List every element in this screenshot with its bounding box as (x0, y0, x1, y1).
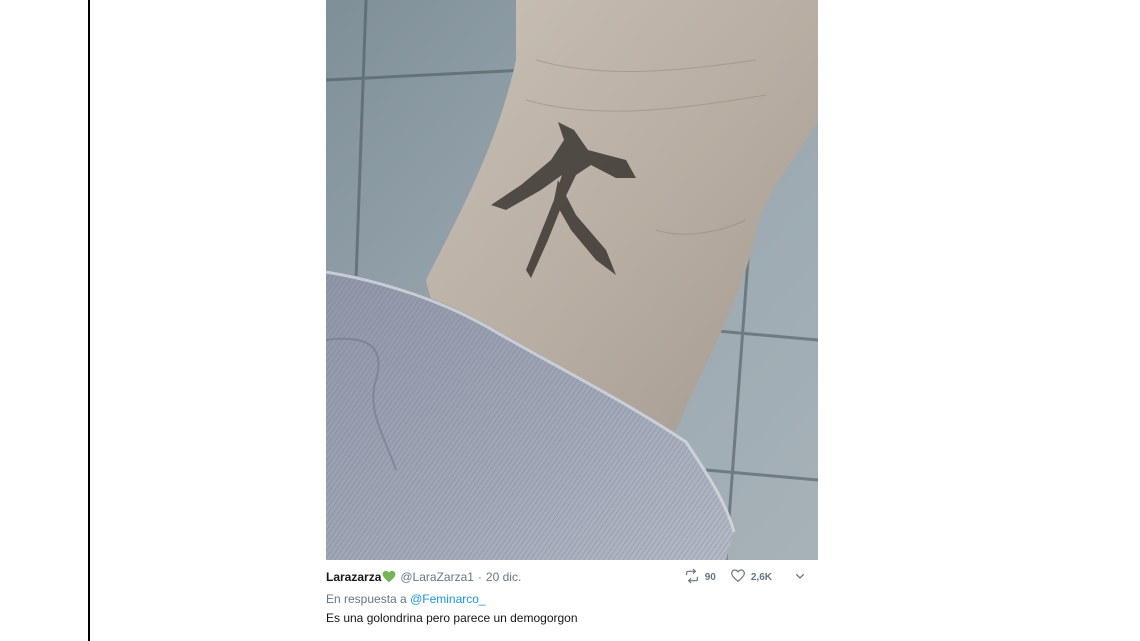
reply-context: En respuesta a @Feminarco_ (326, 592, 486, 606)
retweet-button[interactable]: 90 (684, 568, 716, 587)
reply-mention-link[interactable]: @Feminarco_ (410, 592, 486, 606)
tweet-meta-row: Larazarza @LaraZarza1 · 20 dic. 90 2,6K (326, 567, 818, 587)
wrist-tattoo-photo (326, 0, 818, 560)
tweet-date[interactable]: 20 dic. (486, 570, 521, 584)
tweet-card: Larazarza @LaraZarza1 · 20 dic. 90 2,6K … (326, 0, 818, 641)
heart-outline-icon (730, 568, 746, 587)
tweet-actions: 90 2,6K (670, 567, 808, 587)
left-divider (88, 0, 90, 641)
like-button[interactable]: 2,6K (730, 568, 772, 587)
retweet-icon (684, 568, 700, 587)
tweet-photo[interactable] (326, 0, 818, 560)
tweet-text: Es una golondrina pero parece un demogor… (326, 611, 578, 625)
reply-prefix: En respuesta a (326, 592, 407, 606)
page: Larazarza @LaraZarza1 · 20 dic. 90 2,6K … (0, 0, 1140, 641)
retweet-count: 90 (704, 571, 716, 583)
like-count: 2,6K (750, 571, 772, 583)
more-options-button[interactable] (792, 568, 808, 587)
author-handle[interactable]: @LaraZarza1 (400, 570, 474, 584)
green-heart-icon (382, 570, 396, 584)
meta-separator: · (477, 570, 482, 584)
chevron-down-icon (792, 568, 808, 587)
author-name[interactable]: Larazarza (326, 570, 381, 584)
